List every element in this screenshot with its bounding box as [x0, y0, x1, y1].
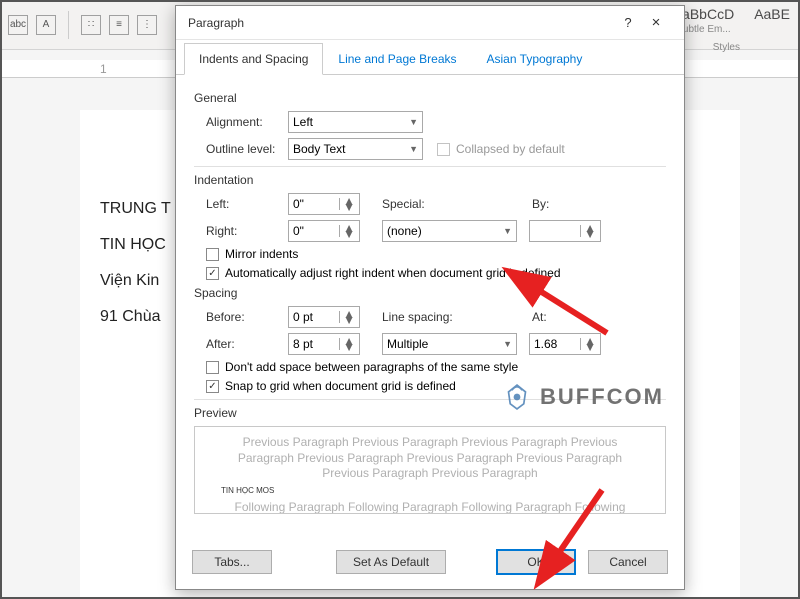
mirror-indents-label: Mirror indents — [225, 247, 298, 261]
dialog-titlebar: Paragraph ? × — [176, 6, 684, 40]
tab-asian-typography[interactable]: Asian Typography — [472, 43, 598, 75]
mirror-indents-checkbox[interactable] — [206, 248, 219, 261]
spinner-arrows[interactable]: ▲▼ — [339, 338, 355, 350]
help-button[interactable]: ? — [616, 15, 640, 30]
section-label-styles: Styles — [713, 42, 740, 53]
set-default-button[interactable]: Set As Default — [336, 550, 446, 574]
dont-add-space-label: Don't add space between paragraphs of th… — [225, 360, 518, 374]
paragraph-dialog: Paragraph ? × Indents and Spacing Line a… — [175, 5, 685, 590]
special-label: Special: — [382, 197, 502, 211]
section-preview: Preview — [194, 406, 666, 420]
snap-grid-checkbox[interactable]: ✓ — [206, 380, 219, 393]
format-icon[interactable]: abc — [8, 15, 28, 35]
alignment-label: Alignment: — [206, 115, 288, 129]
by-input[interactable]: ▲▼ — [529, 220, 601, 242]
outline-label: Outline level: — [206, 142, 288, 156]
dont-add-space-checkbox[interactable] — [206, 361, 219, 374]
dialog-tabs: Indents and Spacing Line and Page Breaks… — [176, 40, 684, 75]
spinner-arrows[interactable]: ▲▼ — [580, 225, 596, 237]
tab-line-page-breaks[interactable]: Line and Page Breaks — [323, 43, 471, 75]
numbered-list-icon[interactable]: ≡ — [109, 15, 129, 35]
close-button[interactable]: × — [640, 14, 672, 31]
cancel-button[interactable]: Cancel — [588, 550, 668, 574]
before-input[interactable]: 0 pt ▲▼ — [288, 306, 360, 328]
ok-button[interactable]: OK — [496, 549, 576, 575]
style-item[interactable]: AaBE — [754, 6, 790, 37]
after-label: After: — [206, 337, 288, 351]
alignment-value: Left — [293, 115, 313, 129]
spinner-arrows[interactable]: ▲▼ — [339, 225, 355, 237]
separator — [194, 166, 666, 167]
chevron-down-icon: ▼ — [409, 117, 418, 127]
tab-indents-spacing[interactable]: Indents and Spacing — [184, 43, 323, 75]
separator — [68, 11, 69, 39]
separator — [194, 399, 666, 400]
at-label: At: — [532, 310, 547, 324]
section-indentation: Indentation — [194, 173, 666, 187]
preview-sample: TIN HỌC MOS — [215, 486, 645, 496]
indent-right-label: Right: — [206, 224, 288, 238]
chevron-down-icon: ▼ — [503, 339, 512, 349]
dialog-buttons: Tabs... Set As Default OK Cancel — [176, 539, 684, 589]
auto-adjust-checkbox[interactable]: ✓ — [206, 267, 219, 280]
tabs-button[interactable]: Tabs... — [192, 550, 272, 574]
dialog-title: Paragraph — [188, 16, 616, 30]
line-spacing-label: Line spacing: — [382, 310, 502, 324]
dialog-content: General Alignment: Left ▼ Outline level:… — [176, 75, 684, 539]
special-select[interactable]: (none) ▼ — [382, 220, 517, 242]
ruler-mark: 1 — [100, 62, 107, 76]
multilevel-list-icon[interactable]: ⋮ — [137, 15, 157, 35]
after-input[interactable]: 8 pt ▲▼ — [288, 333, 360, 355]
spinner-arrows[interactable]: ▲▼ — [339, 311, 355, 323]
text-box-icon[interactable]: A — [36, 15, 56, 35]
auto-adjust-label: Automatically adjust right indent when d… — [225, 266, 561, 280]
before-label: Before: — [206, 310, 288, 324]
outline-select[interactable]: Body Text ▼ — [288, 138, 423, 160]
alignment-select[interactable]: Left ▼ — [288, 111, 423, 133]
by-label: By: — [532, 197, 549, 211]
outline-value: Body Text — [293, 142, 345, 156]
indent-left-input[interactable]: 0" ▲▼ — [288, 193, 360, 215]
collapsed-checkbox — [437, 143, 450, 156]
bullet-list-icon[interactable]: ∷ — [81, 15, 101, 35]
chevron-down-icon: ▼ — [409, 144, 418, 154]
line-spacing-select[interactable]: Multiple ▼ — [382, 333, 517, 355]
preview-box: Previous Paragraph Previous Paragraph Pr… — [194, 426, 666, 514]
preview-prev-text: Previous Paragraph Previous Paragraph Pr… — [215, 435, 645, 482]
style-preview: AaBE — [754, 6, 790, 22]
indent-left-label: Left: — [206, 197, 288, 211]
collapsed-label: Collapsed by default — [456, 142, 565, 156]
spinner-arrows[interactable]: ▲▼ — [580, 338, 596, 350]
section-general: General — [194, 91, 666, 105]
snap-grid-label: Snap to grid when document grid is defin… — [225, 379, 456, 393]
chevron-down-icon: ▼ — [503, 226, 512, 236]
spinner-arrows[interactable]: ▲▼ — [339, 198, 355, 210]
at-input[interactable]: 1.68 ▲▼ — [529, 333, 601, 355]
section-spacing: Spacing — [194, 286, 666, 300]
indent-right-input[interactable]: 0" ▲▼ — [288, 220, 360, 242]
preview-follow-text: Following Paragraph Following Paragraph … — [215, 500, 645, 514]
